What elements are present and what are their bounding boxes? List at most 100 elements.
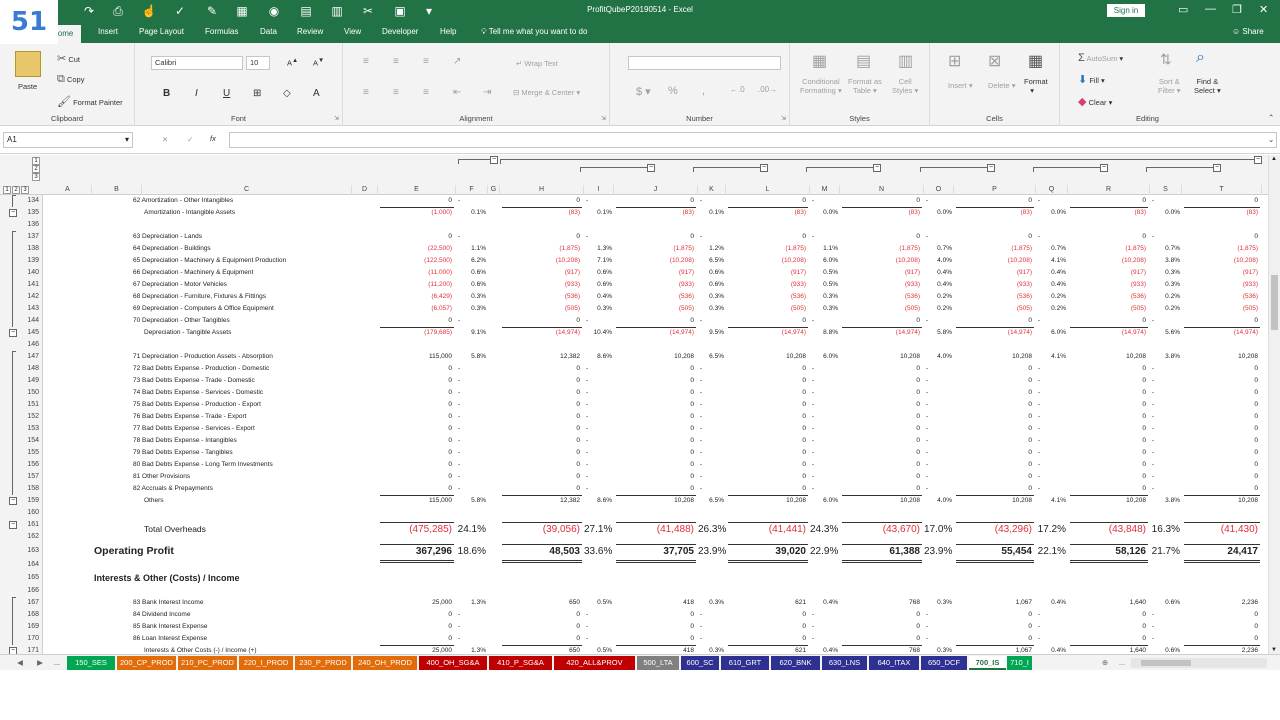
value-cell-t[interactable]: 0	[1182, 435, 1258, 447]
value-cell-r[interactable]: 0	[1068, 423, 1146, 435]
value-cell-p[interactable]: 0	[954, 471, 1032, 483]
value-cell-t[interactable]: 0	[1182, 483, 1258, 495]
column-header-l[interactable]: L	[726, 185, 810, 195]
value-cell-m[interactable]: -	[812, 423, 840, 435]
value-cell-m[interactable]: -	[812, 483, 840, 495]
ribbon-display-icon[interactable]: ▭	[1178, 3, 1188, 16]
collapse-columns-button[interactable]: −	[987, 164, 995, 172]
value-cell-e[interactable]: 0	[378, 195, 452, 207]
value-cell-n[interactable]: (1,875)	[840, 243, 920, 255]
insert-cells-button[interactable]: Insert ▾	[948, 81, 973, 90]
value-cell-t[interactable]: (14,974)	[1182, 327, 1258, 339]
row-header[interactable]: 160	[0, 507, 43, 519]
value-cell-f[interactable]: -	[458, 411, 488, 423]
value-cell-i[interactable]: -	[586, 387, 614, 399]
value-cell-l[interactable]: (10,208)	[726, 255, 806, 267]
value-cell-l[interactable]: 0	[726, 621, 806, 633]
value-cell-o[interactable]: -	[926, 621, 954, 633]
value-cell-r[interactable]: 0	[1068, 633, 1146, 645]
value-cell-p[interactable]: (10,208)	[954, 255, 1032, 267]
value-cell-p[interactable]: (933)	[954, 279, 1032, 291]
value-cell-p[interactable]: 0	[954, 483, 1032, 495]
value-cell-e[interactable]: 0	[378, 315, 452, 327]
format-painter-button[interactable]: 🖌︎ Format Painter	[57, 95, 123, 108]
value-cell-e[interactable]: 0	[378, 621, 452, 633]
value-cell-n[interactable]: 0	[840, 375, 920, 387]
value-cell-n[interactable]: 0	[840, 435, 920, 447]
line-item-label[interactable]: 81 Other Provisions	[133, 471, 190, 483]
sheet-tab-500-lta[interactable]: 500_LTA	[637, 656, 680, 670]
value-cell-o[interactable]: -	[926, 447, 954, 459]
value-cell-l[interactable]: (933)	[726, 279, 806, 291]
value-cell-j[interactable]: 0	[614, 375, 694, 387]
share-button[interactable]: ☺ Share	[1232, 27, 1264, 36]
value-cell-t[interactable]: 0	[1182, 375, 1258, 387]
row-header[interactable]: 144	[0, 315, 43, 327]
value-cell-s[interactable]: -	[1152, 231, 1182, 243]
value-cell-t[interactable]: 0	[1182, 423, 1258, 435]
value-cell-n[interactable]: (933)	[840, 279, 920, 291]
collapse-columns-button[interactable]: −	[1254, 156, 1262, 164]
value-cell-t[interactable]: 0	[1182, 609, 1258, 621]
value-cell-i[interactable]: -	[586, 483, 614, 495]
value-cell-t[interactable]: 0	[1182, 471, 1258, 483]
value-cell-s[interactable]: -	[1152, 447, 1182, 459]
value-cell-s[interactable]: 0.6%	[1150, 645, 1180, 654]
value-cell-r[interactable]: 0	[1068, 435, 1146, 447]
value-cell-l[interactable]: 0	[726, 399, 806, 411]
value-cell-k[interactable]: -	[700, 609, 726, 621]
value-cell-s[interactable]: -	[1152, 195, 1182, 207]
row-header[interactable]: 161	[0, 519, 43, 531]
align-middle-icon[interactable]: ≡	[393, 56, 399, 67]
value-cell-t[interactable]: 10,208	[1182, 495, 1258, 507]
value-cell-h[interactable]: 48,503	[500, 545, 580, 559]
value-cell-n[interactable]: 61,388	[840, 545, 920, 559]
number-format-select[interactable]	[628, 56, 781, 70]
value-cell-j[interactable]: 0	[614, 609, 694, 621]
column-header-n[interactable]: N	[840, 185, 924, 195]
value-cell-j[interactable]: (505)	[614, 303, 694, 315]
value-cell-t[interactable]: (536)	[1182, 291, 1258, 303]
value-cell-l[interactable]: 10,208	[726, 495, 806, 507]
align-top-icon[interactable]: ≡	[363, 56, 369, 67]
value-cell-r[interactable]: (933)	[1068, 279, 1146, 291]
value-cell-k[interactable]: -	[700, 483, 726, 495]
value-cell-p[interactable]: 0	[954, 423, 1032, 435]
value-cell-k[interactable]: -	[700, 399, 726, 411]
value-cell-m[interactable]: -	[812, 435, 840, 447]
value-cell-q[interactable]: -	[1038, 315, 1068, 327]
value-cell-f[interactable]: -	[458, 195, 488, 207]
value-cell-i[interactable]: 0.6%	[584, 267, 612, 279]
value-cell-f[interactable]: -	[458, 471, 488, 483]
value-cell-i[interactable]: 27.1%	[584, 523, 612, 537]
value-cell-p[interactable]: 0	[954, 411, 1032, 423]
value-cell-p[interactable]: 55,454	[954, 545, 1032, 559]
value-cell-t[interactable]: 0	[1182, 621, 1258, 633]
value-cell-l[interactable]: 0	[726, 471, 806, 483]
value-cell-l[interactable]: 39,020	[726, 545, 806, 559]
value-cell-h[interactable]: (39,056)	[500, 523, 580, 537]
line-item-label[interactable]: 84 Dividend Income	[133, 609, 190, 621]
value-cell-q[interactable]: 0.2%	[1036, 303, 1066, 315]
value-cell-r[interactable]: 0	[1068, 195, 1146, 207]
collapse-rows-button[interactable]: −	[9, 209, 17, 217]
line-item-label[interactable]: 67 Depreciation - Motor Vehicles	[133, 279, 227, 291]
value-cell-r[interactable]: 10,208	[1068, 351, 1146, 363]
borders-icon[interactable]: ⊞	[253, 88, 261, 99]
row-header[interactable]: 156	[0, 459, 43, 471]
line-item-label[interactable]: 73 Bad Debts Expense - Trade - Domestic	[133, 375, 255, 387]
value-cell-n[interactable]: 0	[840, 459, 920, 471]
orientation-icon[interactable]: ↗	[453, 56, 461, 67]
value-cell-e[interactable]: 0	[378, 435, 452, 447]
value-cell-e[interactable]: (475,285)	[378, 523, 452, 537]
value-cell-m[interactable]: -	[812, 471, 840, 483]
value-cell-q[interactable]: -	[1038, 633, 1068, 645]
value-cell-f[interactable]: 24.1%	[456, 523, 486, 537]
row-header[interactable]: 151	[0, 399, 43, 411]
value-cell-h[interactable]: 0	[500, 621, 580, 633]
value-cell-m[interactable]: 6.0%	[810, 495, 838, 507]
scroll-down-icon[interactable]: ▼	[1271, 647, 1277, 653]
value-cell-r[interactable]: 1,640	[1068, 645, 1146, 654]
value-cell-f[interactable]: 1.1%	[456, 243, 486, 255]
row-header[interactable]: 137	[0, 231, 43, 243]
